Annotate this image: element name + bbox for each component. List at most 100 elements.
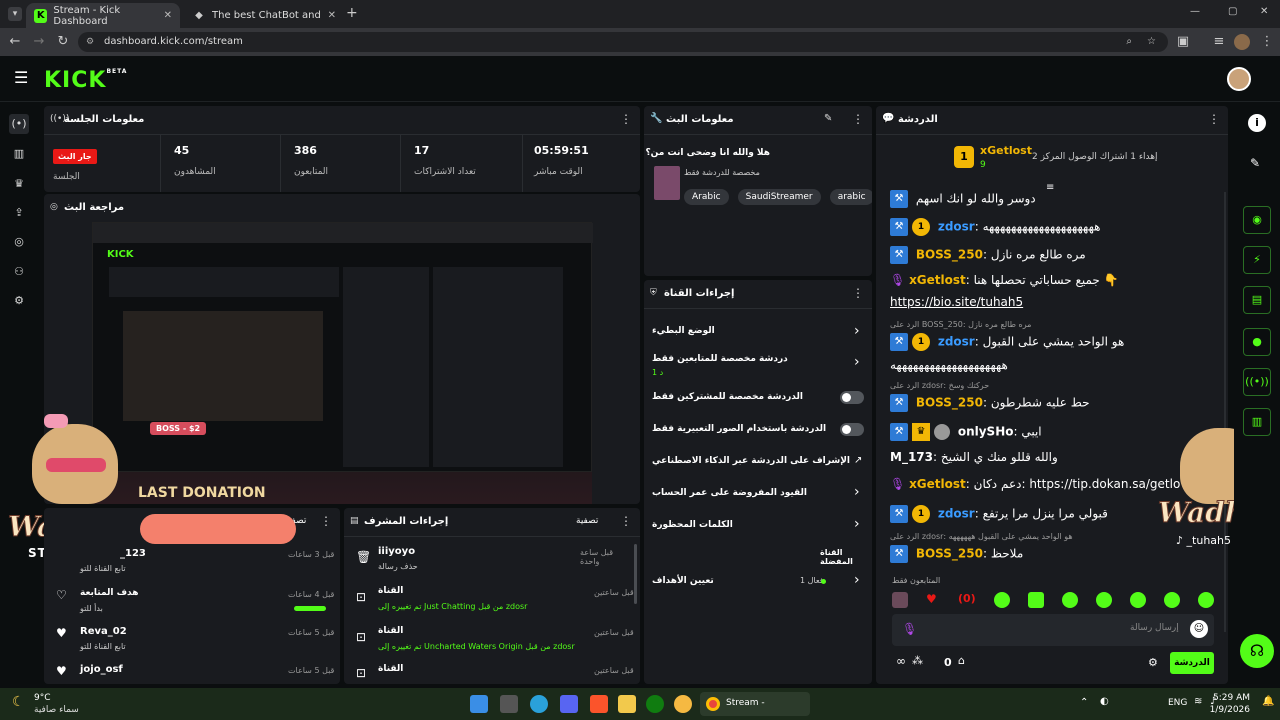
mod-action-row[interactable]: ⊡ القناة قبل ساعتين [344, 662, 634, 684]
browser-menu-icon[interactable]: ⋮ [1258, 33, 1276, 51]
ai-moderation-row[interactable]: الإشراف على الدردشة عبر الذكاء الاصطناعي… [644, 450, 872, 474]
weather-moon-icon[interactable]: ☾ [12, 694, 25, 710]
stream-live-icon[interactable]: (•) [9, 114, 29, 134]
tray-app-icon[interactable]: ◐ [1100, 696, 1109, 707]
chat-link[interactable]: https://bio.site/tuhah5 [890, 295, 1023, 309]
chat-username[interactable]: M_173 [890, 450, 933, 464]
edit-layout-icon[interactable]: ✎ [1250, 156, 1260, 170]
extensions-icon[interactable]: ▣ [1174, 33, 1192, 51]
more-options-icon[interactable]: ⋮ [620, 112, 632, 126]
tab-search-icon[interactable]: ▾ [8, 7, 22, 21]
more-options-icon[interactable]: ⋮ [852, 112, 864, 126]
chat-message[interactable]: ⚒ 1 zdosr: ههههههههههههههههههههه [890, 218, 1100, 236]
chat-message[interactable]: ⚒ ♛ onlySHo: ايبي [890, 423, 1042, 441]
emote-icon[interactable] [1164, 592, 1180, 608]
address-bar[interactable]: ⚙ dashboard.kick.com/stream ⌕ ☆ [78, 32, 1168, 52]
tag-chip[interactable]: Arabic [684, 189, 729, 205]
chat-message[interactable]: ⚒ دوسر والله لو انك اسهم [890, 190, 1036, 208]
users-icon[interactable]: ⚇ [9, 262, 29, 282]
account-age-row[interactable]: القيود المفروضة على عمر الحساب › [644, 482, 872, 506]
chat-action-button[interactable]: ● [1243, 328, 1271, 356]
subscribers-only-row[interactable]: الدردشة مخصصة للمشتركين فقط [644, 386, 872, 410]
chat-settings-icon[interactable]: ⚙ [1148, 656, 1158, 669]
chat-message[interactable]: ⚒ BOSS_250: حط عليه شطرطون [890, 394, 1090, 412]
zoom-icon[interactable]: ⌕ [1126, 32, 1132, 52]
taskbar-active-app[interactable]: Stream - [700, 692, 810, 716]
windows-start-icon[interactable] [470, 695, 488, 713]
chat-username[interactable]: zdosr [938, 507, 975, 521]
mod-actions-scrollbar[interactable] [634, 544, 637, 604]
chat-message[interactable]: ⚒ 1 zdosr: قبولي مرا ينزل مرا يرتفع [890, 505, 1108, 523]
chat-scrollbar[interactable] [1224, 192, 1226, 632]
slow-mode-row[interactable]: الوضع البطيء › [644, 318, 872, 346]
chat-username[interactable]: zdosr [938, 220, 975, 234]
emote-icon[interactable] [1062, 592, 1078, 608]
user-avatar[interactable] [1227, 67, 1251, 91]
wifi-icon[interactable]: ≋ [1194, 696, 1202, 707]
emote-only-row[interactable]: الدردشة باستخدام الصور التعبيرية فقط [644, 418, 872, 442]
tray-chevron-icon[interactable]: ⌃ [1080, 697, 1088, 708]
emote-icon[interactable] [1198, 592, 1214, 608]
tab-kick-dashboard[interactable]: K Stream - Kick Dashboard ✕ [26, 3, 180, 28]
emote-icon[interactable] [892, 592, 908, 608]
infinity-icon[interactable]: ∞ [896, 654, 906, 668]
discord-icon[interactable] [560, 695, 578, 713]
chat-username[interactable]: xGetlost [909, 273, 966, 287]
activity-row[interactable]: ♡ هدف المتابعة بدأ للتو قبل 4 ساعات [44, 586, 340, 622]
bookmark-star-icon[interactable]: ☆ [1147, 32, 1156, 52]
info-icon[interactable]: i [1248, 114, 1266, 132]
upload-icon[interactable]: ⇪ [9, 203, 29, 223]
site-info-icon[interactable]: ⚙ [86, 32, 94, 52]
activity-row[interactable]: ♥ jojo_osf قبل 5 ساعات [44, 662, 340, 684]
pin-collapse-icon[interactable]: ≡ [1046, 182, 1054, 193]
close-window-icon[interactable]: ✕ [1260, 6, 1268, 17]
profile-avatar-icon[interactable] [1234, 34, 1250, 50]
telegram-icon[interactable] [530, 695, 548, 713]
broadcast-action-button[interactable]: ((•)) [1243, 368, 1271, 396]
edit-icon[interactable]: ✎ [824, 113, 832, 124]
set-goals-row[interactable]: تعيين الأهداف فعال 1 › [644, 570, 872, 594]
chat-message[interactable]: ⚒ BOSS_250: مره طالع مره نازل [890, 246, 1086, 264]
mic-icon[interactable]: 🎙 [902, 622, 917, 636]
taskbar-app-icon[interactable] [500, 695, 518, 713]
emote-icon[interactable]: ♥ [926, 592, 937, 606]
emote-icon[interactable] [1028, 592, 1044, 608]
xbox-icon[interactable] [646, 695, 664, 713]
chat-message[interactable]: 🎙 xGetlost: دعم دكان: https://tip.dokan.… [890, 477, 1180, 491]
minimize-icon[interactable]: — [1190, 6, 1200, 17]
emote-only-toggle[interactable] [840, 423, 864, 436]
clock-date[interactable]: 1/9/2026 [1206, 705, 1250, 715]
tag-chip[interactable]: SaudiStreamer [737, 189, 821, 205]
lang-indicator[interactable]: ENG [1168, 698, 1187, 708]
taskbar-app-icon[interactable] [674, 695, 692, 713]
hamburger-menu-icon[interactable]: ☰ [14, 68, 28, 87]
trophy-icon[interactable]: ♛ [9, 174, 29, 194]
chat-message[interactable]: 🎙 xGetlost: جميع حساباتي تحصلها هنا 👇 [890, 273, 1119, 287]
chat-username[interactable]: onlySHo [958, 425, 1014, 439]
more-options-icon[interactable]: ⋮ [320, 514, 332, 528]
category-label[interactable]: مخصصة للدردشة فقط [684, 168, 760, 177]
emote-icon[interactable]: (0) [958, 592, 976, 605]
category-thumbnail[interactable] [654, 166, 680, 200]
notes-action-button[interactable]: ▤ [1243, 286, 1271, 314]
mod-action-row[interactable]: ⊡ القناة تم تغييره إلى Just Chatting من … [344, 584, 634, 620]
banned-words-row[interactable]: الكلمات المحظورة › [644, 514, 872, 538]
lightning-action-button[interactable]: ⚡ [1243, 246, 1271, 274]
stream-video[interactable]: KICK BOSS - $2 LAST DONATION [92, 222, 593, 504]
more-options-icon[interactable]: ⋮ [620, 514, 632, 528]
kick-logo[interactable]: KICKBETA [44, 68, 127, 93]
chat-username[interactable]: BOSS_250 [916, 547, 983, 561]
activity-row[interactable]: ♥ Reva_02 تابع القناة للتو قبل 5 ساعات [44, 624, 340, 660]
emote-icon[interactable] [994, 592, 1010, 608]
emote-icon[interactable] [1096, 592, 1112, 608]
chat-message[interactable]: ⚒ 1 zdosr: هو الواحد يمشي على القبول [890, 333, 1124, 351]
chat-message[interactable]: ⚒ BOSS_250: ملاحظ [890, 545, 1023, 563]
chat-message[interactable]: M_173: والله قللو منك ي الشيخ [890, 450, 1058, 464]
followers-only-row[interactable]: دردشة مخصصة للمتابعين فقط 1 د › [644, 348, 872, 380]
more-options-icon[interactable]: ⋮ [1208, 112, 1220, 126]
back-icon[interactable]: ← [6, 33, 24, 51]
help-support-icon[interactable]: ☊ [1240, 634, 1274, 668]
chat-input[interactable]: 🎙 إرسال رسالة ☺ [892, 614, 1214, 646]
settings-icon[interactable]: ⚙ [9, 291, 29, 311]
mod-action-row[interactable]: ⊡ القناة تم تغييره إلى Uncharted Waters … [344, 624, 634, 660]
